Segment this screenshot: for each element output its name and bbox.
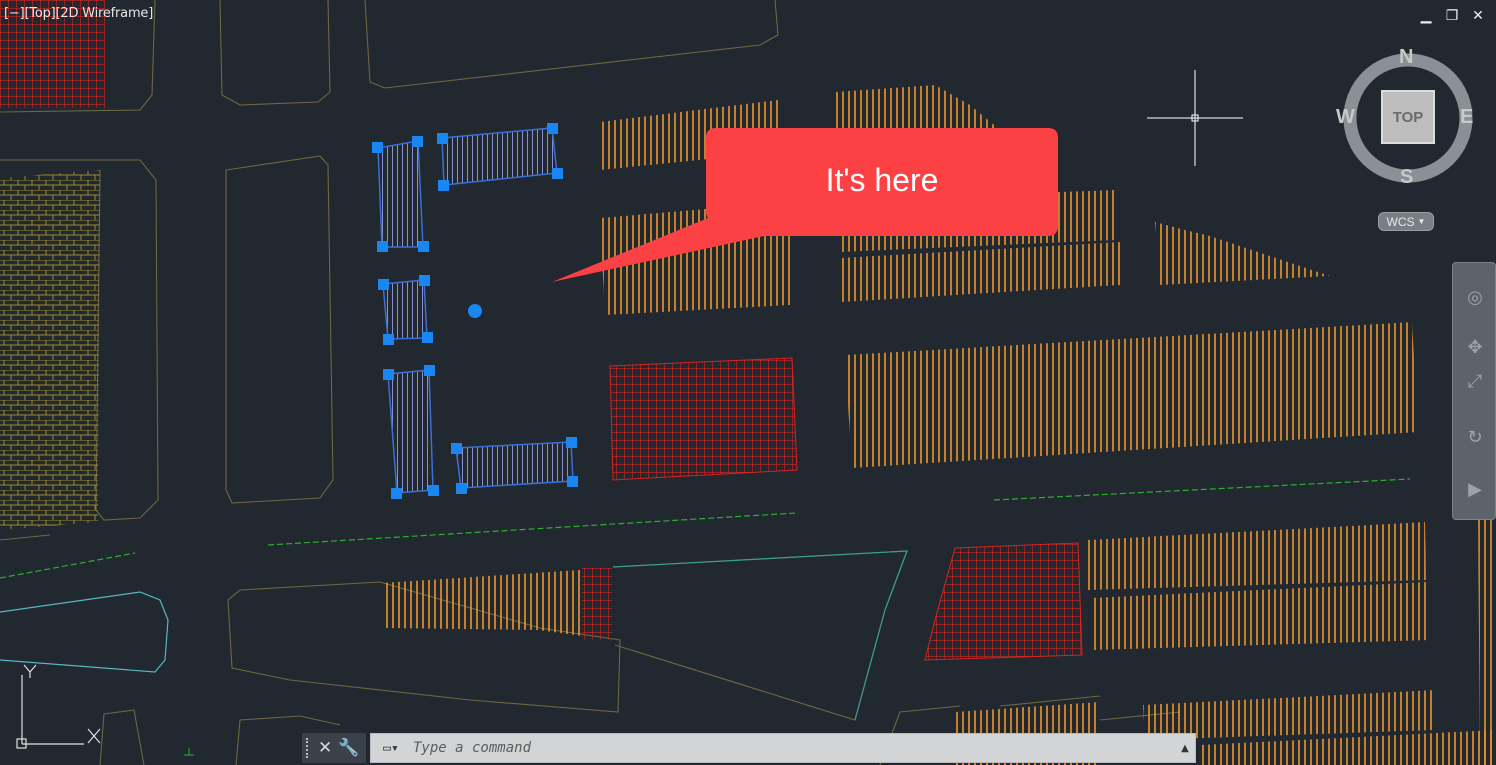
view-control[interactable]: [Top] [24, 6, 55, 21]
minimize-icon[interactable]: ▁ [1418, 8, 1434, 24]
close-icon[interactable]: ✕ [1470, 8, 1486, 24]
close-icon[interactable]: ✕ [318, 738, 332, 758]
viewcube-east[interactable]: E [1460, 106, 1473, 129]
wrench-icon[interactable]: 🔧 [338, 738, 359, 758]
viewcube-top-face[interactable]: TOP [1381, 90, 1435, 144]
brick-hatch [0, 170, 100, 530]
command-line[interactable]: ▭▾ ▲ [370, 733, 1196, 763]
viewcube-north[interactable]: N [1399, 46, 1413, 69]
viewcube-west[interactable]: W [1336, 106, 1355, 129]
viewport-controls: [−][Top][2D Wireframe] [4, 6, 153, 21]
chevron-up-icon[interactable]: ▲ [1175, 743, 1195, 754]
wcs-label: WCS [1386, 214, 1415, 229]
chevron-down-icon: ▼ [1417, 217, 1426, 226]
viewport-menu-control[interactable]: [−] [4, 6, 25, 21]
orbit-icon[interactable]: ↻ [1461, 423, 1489, 451]
drawing-canvas[interactable] [0, 0, 1496, 765]
showmotion-icon[interactable]: ▶ [1461, 475, 1489, 503]
restore-icon[interactable]: ❐ [1444, 8, 1460, 24]
wcs-menu[interactable]: WCS ▼ [1378, 212, 1434, 231]
viewport-window-buttons: ▁ ❐ ✕ [1418, 8, 1486, 24]
zoom-icon[interactable]: ⤢ [1461, 367, 1489, 395]
ucs-icon [16, 664, 101, 749]
command-input[interactable] [411, 739, 1175, 757]
grip-handle-icon[interactable] [306, 738, 312, 758]
callout-text: It's here [825, 161, 939, 198]
viewcube-south[interactable]: S [1400, 166, 1413, 189]
command-line-grip[interactable]: ✕ 🔧 [302, 733, 366, 763]
navigation-bar[interactable]: ◎ ✥ ⤢ ↻ ▶ [1452, 262, 1496, 520]
pan-icon[interactable]: ✥ [1461, 333, 1489, 361]
steering-wheel-icon[interactable]: ◎ [1461, 283, 1489, 311]
drawing-viewport[interactable]: [−][Top][2D Wireframe] ▁ ❐ ✕ It's here N… [0, 0, 1496, 765]
visual-style-control[interactable]: [2D Wireframe] [56, 6, 154, 21]
command-prompt-icon[interactable]: ▭▾ [371, 735, 411, 761]
road-edge [0, 591, 169, 673]
crosshair-cursor [1147, 70, 1243, 166]
